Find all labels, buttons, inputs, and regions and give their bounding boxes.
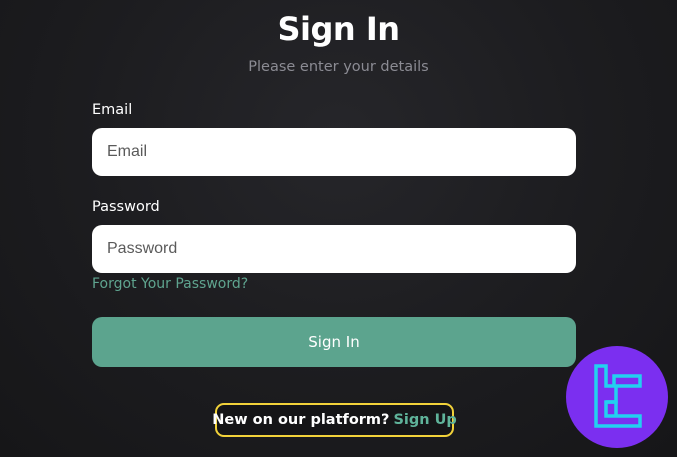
- forgot-password-link[interactable]: Forgot Your Password?: [92, 276, 248, 292]
- signup-prompt: New on our platform? Sign Up: [212, 403, 457, 437]
- email-label: Email: [92, 102, 133, 118]
- page-subtitle: Please enter your details: [248, 59, 429, 75]
- password-field[interactable]: [92, 225, 576, 273]
- email-field[interactable]: [92, 128, 576, 176]
- sign-in-button[interactable]: Sign In: [92, 317, 576, 367]
- sign-up-link[interactable]: Sign Up: [393, 412, 456, 428]
- password-label: Password: [92, 199, 160, 215]
- tc-brand-logo-icon: [566, 346, 668, 448]
- page-title: Sign In: [277, 10, 400, 48]
- signup-question: New on our platform?: [212, 412, 390, 428]
